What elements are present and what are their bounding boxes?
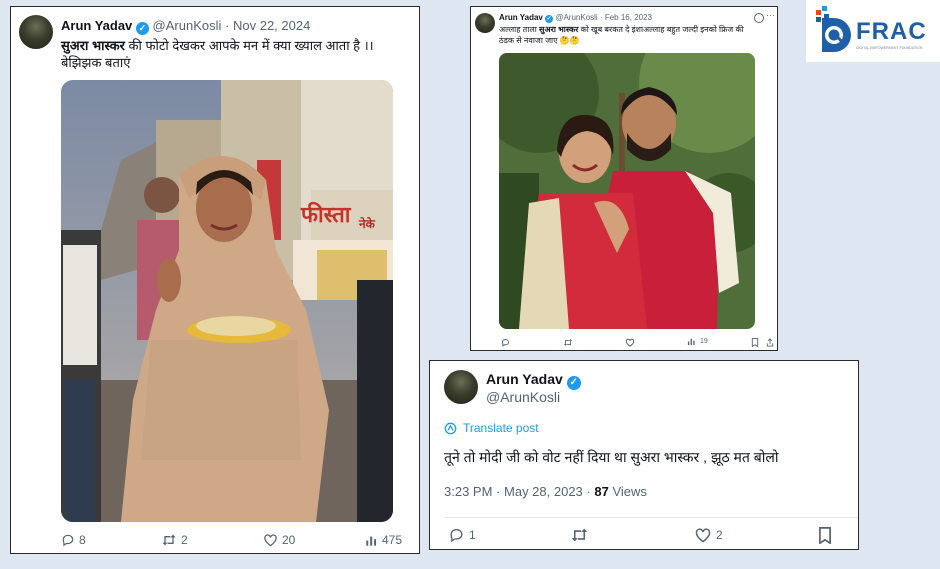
views-count: 87 [594, 484, 609, 499]
like-button[interactable]: 2 [694, 527, 723, 543]
heart-icon [263, 533, 278, 547]
logo-text: FRAC [856, 18, 927, 45]
bookmark-button[interactable] [818, 527, 832, 544]
views-count: 19 [700, 338, 708, 345]
post-time[interactable]: 3:23 PM [444, 484, 492, 499]
reply-button[interactable]: 1 [448, 527, 476, 543]
like-count: 2 [716, 528, 723, 542]
tweet-text-pre: अल्लाह ताला [499, 25, 540, 34]
shop-sign-2: नेके [358, 217, 376, 231]
share-icon [766, 338, 774, 347]
repost-icon [570, 527, 589, 543]
translate-label: Translate post [463, 421, 539, 435]
post-date[interactable]: Feb 16, 2023 [605, 13, 652, 22]
display-name[interactable]: Arun Yadav [486, 371, 563, 387]
tweet-card-2: Arun Yadav ✓ @ArunKosli · Feb 16, 2023 ·… [470, 6, 778, 351]
tweet-text-rest: को खूब बरकत दे इंशाअल्लाह बहुत जल्दी इनक… [578, 25, 744, 34]
views-label: Views [612, 484, 647, 499]
tweet-text-bold: सुअरा भास्कर [61, 38, 125, 53]
separator: · [496, 484, 501, 499]
avatar[interactable] [19, 15, 53, 49]
bookmark-icon [751, 338, 759, 347]
tweet-text-line2: बेझिझक बताएं [61, 55, 131, 70]
bookmark-button[interactable] [751, 338, 759, 347]
tweet-text-line2: ठंडक से नवाजा जाए 🤔🤔 [499, 36, 580, 45]
display-name[interactable]: Arun Yadav [499, 13, 543, 22]
repost-icon [161, 533, 177, 547]
tweet-header: Arun Yadav ✓ [486, 371, 581, 390]
grok-icon[interactable] [754, 13, 764, 23]
avatar[interactable] [444, 370, 478, 404]
repost-button[interactable]: 2 [161, 533, 188, 547]
logo-tagline: DIGITAL EMPOWERMENT FOUNDATION [856, 46, 923, 50]
heart-icon [694, 527, 712, 543]
reply-icon [61, 533, 75, 547]
views-button[interactable]: 475 [365, 533, 402, 547]
like-button[interactable] [625, 338, 635, 347]
repost-button[interactable] [570, 527, 589, 543]
views-count: 475 [382, 533, 403, 547]
tweet-text-bold: सुअरा भास्कर [539, 25, 579, 34]
tweet-photo[interactable] [499, 53, 755, 329]
heart-icon [625, 338, 635, 347]
reply-button[interactable] [501, 338, 510, 347]
separator-2: · [586, 484, 591, 499]
bookmark-icon [818, 527, 832, 544]
tweet-text: अल्लाह ताला सुअरा भास्कर को खूब बरकत दे … [499, 24, 774, 46]
separator: · [599, 13, 603, 22]
views-button[interactable]: 19 [687, 337, 708, 346]
verified-badge-icon: ✓ [545, 15, 554, 23]
display-name[interactable]: Arun Yadav [61, 18, 132, 33]
more-options-icon[interactable]: ··· [766, 10, 775, 20]
like-count: 20 [282, 533, 296, 547]
post-date[interactable]: May 28, 2023 [504, 484, 583, 499]
street-photo-illustration: फीस्ता नेके [61, 80, 393, 522]
couple-photo-illustration [499, 53, 755, 329]
handle[interactable]: @ArunKosli [486, 389, 560, 405]
like-button[interactable]: 20 [263, 533, 295, 547]
reply-button[interactable]: 8 [61, 533, 86, 547]
post-metadata: 3:23 PM · May 28, 2023 · 87 Views [444, 484, 647, 499]
post-date[interactable]: Nov 22, 2024 [233, 18, 310, 33]
tweet-card-3: Arun Yadav ✓ @ArunKosli Translate post त… [429, 360, 859, 550]
verified-badge-icon: ✓ [135, 22, 149, 35]
repost-button[interactable] [563, 338, 573, 347]
tweet-header: Arun Yadav ✓ @ArunKosli · Nov 22, 2024 [61, 18, 310, 35]
reply-icon [448, 527, 465, 543]
separator: · [225, 18, 230, 33]
handle[interactable]: @ArunKosli [153, 18, 222, 33]
repost-count: 2 [181, 533, 188, 547]
reply-icon [501, 338, 510, 347]
reply-count: 1 [469, 528, 476, 542]
tweet-card-1: Arun Yadav ✓ @ArunKosli · Nov 22, 2024 स… [10, 6, 420, 554]
tweet-text-rest: की फोटो देखकर आपके मन में क्या ख्याल आता… [124, 38, 374, 53]
dfrac-logo: FRAC DIGITAL EMPOWERMENT FOUNDATION [806, 0, 940, 62]
repost-icon [563, 338, 573, 347]
translate-icon [444, 422, 457, 435]
share-button[interactable] [766, 338, 774, 347]
reply-count: 8 [79, 533, 86, 547]
shop-sign: फीस्ता [300, 201, 352, 227]
divider [444, 517, 858, 518]
views-icon [365, 534, 378, 547]
tweet-text: सुअरा भास्कर की फोटो देखकर आपके मन में क… [61, 37, 413, 71]
tweet-header: Arun Yadav ✓ @ArunKosli · Feb 16, 2023 [499, 13, 652, 23]
avatar[interactable] [475, 13, 495, 33]
tweet-photo[interactable]: फीस्ता नेके [61, 80, 393, 522]
handle[interactable]: @ArunKosli [555, 13, 597, 22]
verified-badge-icon: ✓ [566, 376, 581, 390]
translate-post-link[interactable]: Translate post [444, 421, 539, 435]
tweet-text: तूने तो मोदी जी को वोट नहीं दिया था सुअर… [444, 449, 779, 465]
views-icon [687, 337, 696, 346]
